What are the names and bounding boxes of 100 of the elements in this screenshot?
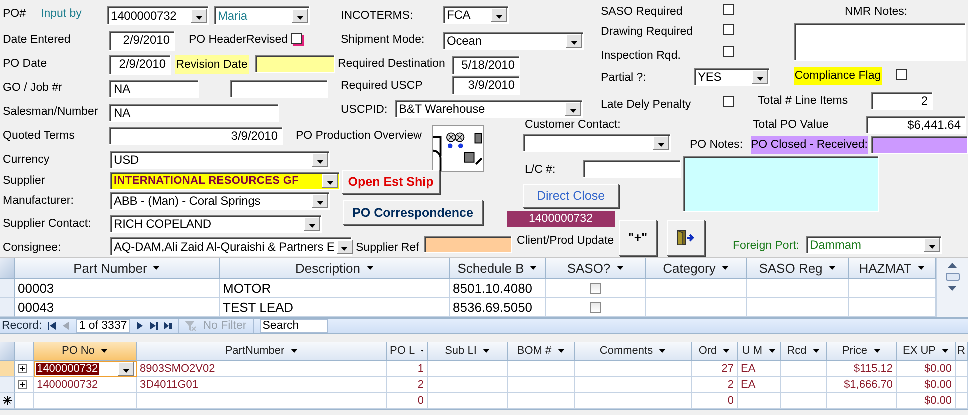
scroll-down-icon[interactable] [948, 286, 957, 291]
scrollbar[interactable] [936, 258, 968, 317]
column-header[interactable]: SASO? [546, 258, 646, 279]
text-field[interactable]: 2/9/2010 [109, 31, 175, 51]
column-header[interactable]: Ord [692, 342, 738, 361]
first-record-icon[interactable] [48, 322, 56, 330]
search-field[interactable]: Search [260, 319, 328, 333]
combo-box[interactable]: 1400000732 [107, 6, 209, 25]
caret-icon [756, 77, 764, 81]
text-field[interactable] [255, 55, 335, 73]
checkbox[interactable] [590, 302, 601, 312]
dropdown-button[interactable] [312, 153, 328, 167]
checkbox[interactable] [896, 69, 907, 80]
command-button[interactable]: "+" [619, 220, 657, 256]
text-field[interactable]: 3/9/2010 [452, 76, 520, 95]
combo-box[interactable]: USD [110, 151, 330, 169]
checkbox[interactable] [723, 96, 734, 107]
dropdown-button[interactable] [336, 240, 353, 254]
dropdown-button[interactable] [304, 217, 320, 231]
column-header[interactable]: SASO Reg [747, 258, 849, 279]
text-field[interactable]: 2/9/2010 [109, 55, 171, 75]
dropdown-button[interactable] [312, 194, 328, 208]
column-header[interactable]: Comments [575, 342, 692, 361]
checkbox[interactable] [723, 24, 734, 35]
text-field[interactable]: 2 [871, 92, 933, 110]
text-field[interactable]: NA [109, 80, 199, 98]
text-field[interactable] [583, 160, 681, 178]
text-field[interactable]: $6,441.64 [866, 116, 966, 134]
combo-box[interactable] [523, 134, 671, 152]
column-header[interactable]: PO L [387, 342, 428, 361]
table-cell [956, 377, 968, 393]
column-header[interactable]: Description [220, 258, 450, 279]
column-header[interactable]: BOM # [508, 342, 575, 361]
field-label: PO HeaderRevised [189, 33, 288, 48]
table-cell: 8903SMO2V02 [137, 361, 387, 377]
column-header[interactable]: Rcd [781, 342, 827, 361]
notes-field[interactable] [794, 23, 966, 61]
column-header[interactable]: PartNumber [137, 342, 387, 361]
record-position-field[interactable]: 1 of 3337 [76, 319, 130, 333]
command-button[interactable]: Direct Close [523, 184, 619, 208]
column-header[interactable]: PO No [34, 342, 137, 361]
new-record-icon[interactable] [164, 322, 172, 330]
dropdown-button[interactable] [924, 238, 940, 252]
exit-button[interactable] [667, 220, 705, 256]
field-label: Required USCP [341, 79, 423, 94]
notes-field[interactable] [683, 156, 879, 212]
last-record-icon[interactable] [150, 322, 158, 330]
checkbox[interactable] [291, 33, 302, 44]
field-label: Client/Prod Update [517, 234, 614, 249]
dropdown-button[interactable] [565, 102, 581, 116]
column-header[interactable]: R [956, 342, 968, 361]
combo-box[interactable]: FCA [443, 6, 509, 24]
checkbox[interactable] [723, 46, 734, 57]
text-field[interactable]: 3/9/2010 [109, 127, 283, 145]
field-label: Inspection Rqd. [601, 49, 681, 64]
dropdown-button[interactable] [292, 8, 308, 22]
dropdown-button[interactable] [191, 8, 207, 22]
caret-icon [570, 109, 576, 113]
combo-box[interactable]: AQ-DAM,Ali Zaid Al-Quraishi & Partners E [110, 237, 352, 256]
checkbox[interactable] [723, 4, 734, 15]
dropdown-button[interactable] [566, 34, 582, 48]
combo-box[interactable]: YES [694, 68, 770, 86]
combo-box[interactable]: B&T Warehouse [395, 100, 583, 118]
combo-box[interactable]: RICH COPELAND [110, 215, 322, 233]
record-label: Record: [2, 320, 42, 332]
combo-box[interactable]: INTERNATIONAL RESOURCES GF [110, 172, 340, 190]
combo-box[interactable]: Ocean [443, 32, 584, 50]
dropdown-button[interactable] [752, 70, 768, 84]
column-header[interactable]: Part Number [15, 258, 220, 279]
combo-box[interactable]: Dammam [806, 236, 942, 254]
scroll-up-icon[interactable] [948, 263, 957, 268]
column-header[interactable]: EX UP [897, 342, 956, 361]
dropdown-button[interactable] [653, 136, 669, 150]
dropdown-button[interactable] [322, 174, 338, 188]
expand-icon[interactable] [18, 380, 27, 389]
next-record-icon[interactable] [136, 322, 144, 330]
dropdown-button[interactable] [118, 362, 134, 376]
machine-drawing [432, 125, 484, 172]
column-header[interactable]: U M [738, 342, 781, 361]
row-selector[interactable] [0, 393, 15, 409]
text-field[interactable] [230, 80, 328, 98]
combo-box[interactable]: ABB - (Man) - Coral Springs [110, 192, 330, 210]
expand-icon[interactable] [18, 364, 27, 373]
column-header[interactable]: Sub LI [428, 342, 508, 361]
dropdown-button[interactable] [491, 8, 507, 22]
column-header[interactable]: HAZMAT [849, 258, 936, 279]
text-field[interactable] [871, 136, 968, 154]
column-header[interactable]: Schedule B [450, 258, 546, 279]
text-field[interactable] [424, 236, 512, 253]
combo-box[interactable]: Maria [214, 6, 310, 25]
text-field[interactable]: 5/18/2010 [452, 56, 520, 75]
scrollbar-thumb[interactable] [946, 273, 960, 281]
text-field[interactable]: NA [109, 104, 279, 122]
checkbox[interactable] [590, 282, 601, 294]
field-label: GO / Job #r [3, 81, 62, 96]
combo-box[interactable]: 1400000732 [34, 361, 137, 377]
command-button[interactable]: PO Correspondence [343, 200, 483, 225]
command-button[interactable]: Open Est Ship [342, 170, 440, 194]
column-header[interactable]: Category [646, 258, 747, 279]
column-header[interactable]: Price [827, 342, 897, 361]
